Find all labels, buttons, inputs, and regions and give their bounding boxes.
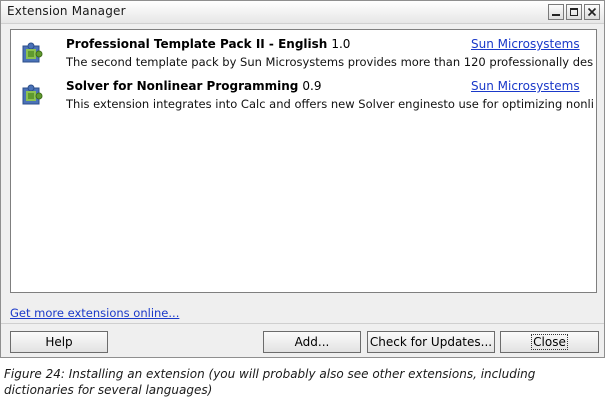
window-title: Extension Manager bbox=[7, 4, 126, 18]
extension-manager-dialog: Extension Manager Professional Template … bbox=[0, 0, 605, 358]
extension-version: 0.9 bbox=[302, 79, 322, 93]
minimize-icon[interactable] bbox=[548, 4, 564, 20]
title-bar[interactable]: Extension Manager bbox=[1, 1, 604, 24]
publisher-link[interactable]: Sun Microsystems bbox=[471, 79, 580, 93]
extension-item[interactable]: Professional Template Pack II - English 1… bbox=[11, 32, 596, 72]
window-controls bbox=[548, 4, 600, 20]
puzzle-piece-icon bbox=[19, 40, 45, 66]
extension-name: Professional Template Pack II - English 1… bbox=[66, 37, 350, 51]
add-button[interactable]: Add... bbox=[263, 331, 361, 353]
extension-description: This extension integrates into Calc and … bbox=[66, 97, 594, 111]
maximize-icon[interactable] bbox=[566, 4, 582, 20]
close-icon[interactable] bbox=[584, 4, 600, 20]
divider bbox=[1, 323, 604, 324]
extension-description: The second template pack by Sun Microsys… bbox=[66, 55, 594, 69]
extension-title: Solver for Nonlinear Programming bbox=[66, 79, 299, 93]
extension-title: Professional Template Pack II - English bbox=[66, 37, 328, 51]
page: Extension Manager Professional Template … bbox=[0, 0, 607, 400]
extension-list[interactable]: Professional Template Pack II - English 1… bbox=[10, 29, 597, 293]
close-button-label: Close bbox=[531, 334, 568, 350]
figure-caption: Figure 24: Installing an extension (you … bbox=[4, 367, 536, 397]
help-button[interactable]: Help bbox=[10, 331, 108, 353]
extension-item[interactable]: Solver for Nonlinear Programming 0.9 Sun … bbox=[11, 74, 596, 114]
extension-name: Solver for Nonlinear Programming 0.9 bbox=[66, 79, 321, 93]
puzzle-piece-icon bbox=[19, 82, 45, 108]
get-more-extensions-link[interactable]: Get more extensions online... bbox=[10, 306, 179, 320]
close-button[interactable]: Close bbox=[500, 331, 599, 353]
check-for-updates-button[interactable]: Check for Updates... bbox=[367, 331, 495, 353]
extension-version: 1.0 bbox=[331, 37, 351, 51]
publisher-link[interactable]: Sun Microsystems bbox=[471, 37, 580, 51]
